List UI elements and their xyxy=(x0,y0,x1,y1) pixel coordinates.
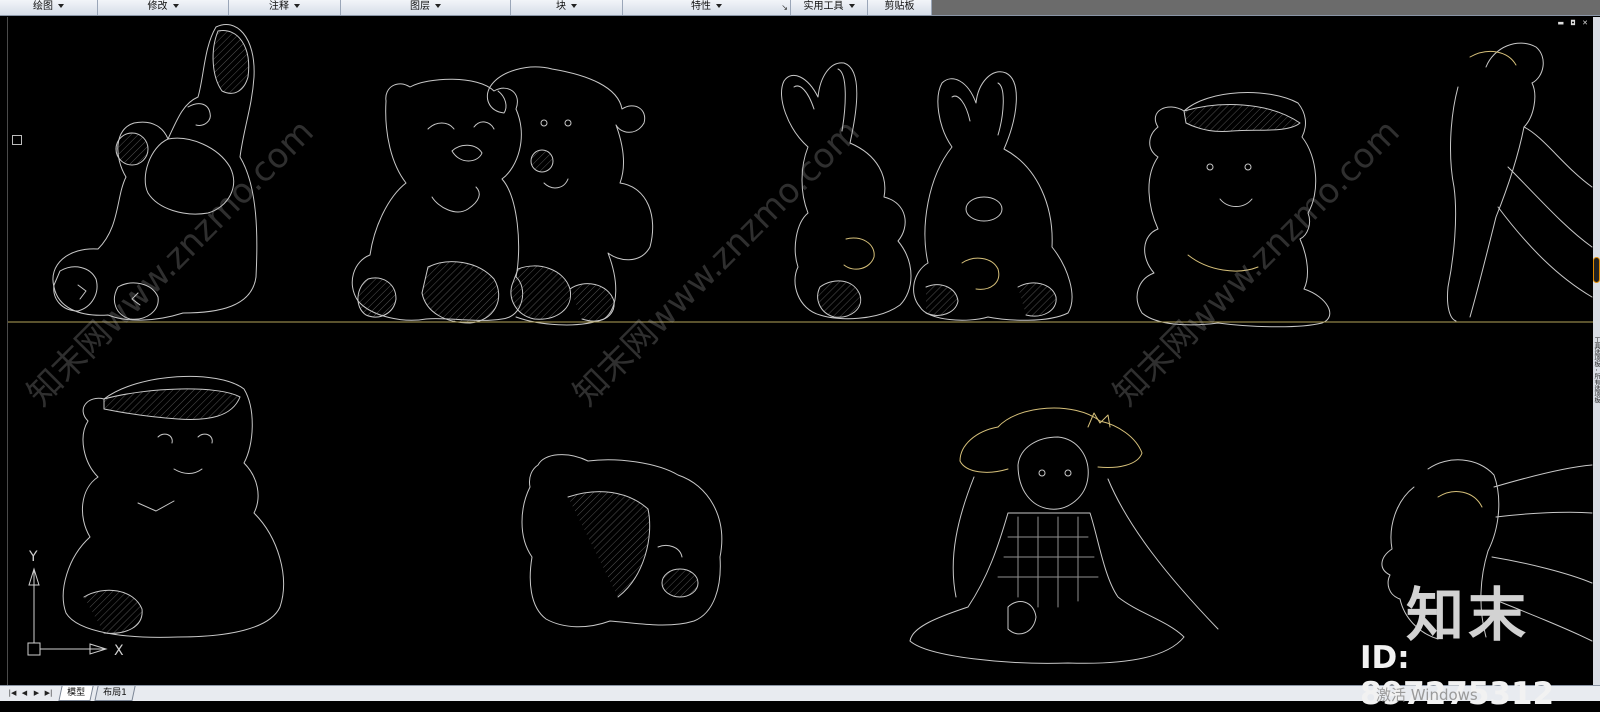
panel-block[interactable]: 块 xyxy=(511,0,623,15)
panel-label: 实用工具 xyxy=(803,1,844,12)
ribbon-panel-bar: 绘图 修改 注释 图层 块 特性 ↘ 实用工具 剪贴板 xyxy=(0,0,1600,16)
cad-drawing xyxy=(8,24,1594,664)
chevron-down-icon xyxy=(571,4,577,8)
panel-clipboard[interactable]: 剪贴板 xyxy=(868,0,932,15)
panel-launcher-icon[interactable]: ↘ xyxy=(781,1,788,15)
woman-with-fan-figure xyxy=(1447,42,1593,322)
tab-label: 布局1 xyxy=(103,688,127,698)
chevron-down-icon xyxy=(172,4,179,8)
tab-model[interactable]: 模型 xyxy=(58,686,94,701)
tool-palette-edge[interactable]: 工具选项板 - 所有选项板 xyxy=(1593,17,1600,685)
panel-draw[interactable]: 绘图 xyxy=(0,0,98,15)
panel-modify[interactable]: 修改 xyxy=(98,0,229,15)
panel-layers[interactable]: 图层 xyxy=(341,0,511,15)
chevron-down-icon xyxy=(58,4,64,8)
panel-label: 块 xyxy=(556,1,566,12)
tab-nav-first-button[interactable]: |◀ xyxy=(8,688,17,698)
panel-utilities[interactable]: 实用工具 xyxy=(791,0,868,15)
ribbon-empty-area xyxy=(932,0,1600,15)
ucs-x-label: X xyxy=(114,643,124,659)
panel-label: 图层 xyxy=(410,1,430,12)
model-space-viewport[interactable]: ▬ ◘ ✕ Y X xyxy=(7,17,1595,685)
doll-with-hat-figure xyxy=(909,407,1219,664)
lying-dog-figure xyxy=(521,454,723,628)
panel-annotate[interactable]: 注释 xyxy=(229,0,341,15)
chevron-down-icon xyxy=(848,4,855,8)
tab-nav-prev-button[interactable]: ◀ xyxy=(20,688,29,698)
chevron-down-icon xyxy=(294,4,300,8)
tab-layout1[interactable]: 布局1 xyxy=(94,686,136,701)
palette-title: 工具选项板 - 所有选项板 xyxy=(1593,337,1600,403)
viewport-window-controls[interactable]: ▬ ◘ ✕ xyxy=(1558,19,1590,27)
panel-label: 修改 xyxy=(147,1,168,12)
panel-label: 特性 xyxy=(691,1,711,12)
tab-label: 模型 xyxy=(67,688,86,698)
panel-label: 注释 xyxy=(269,1,289,12)
teddy-and-puppy-figure xyxy=(351,66,654,326)
tab-nav-next-button[interactable]: ▶ xyxy=(32,688,41,698)
panel-label: 绘图 xyxy=(33,1,53,12)
panel-label: 剪贴板 xyxy=(884,1,915,12)
windows-activation-notice: 激活 Windows xyxy=(1376,686,1478,704)
palette-handle-icon[interactable] xyxy=(1593,257,1600,283)
tab-nav-last-button[interactable]: ▶| xyxy=(44,688,53,698)
chevron-down-icon xyxy=(435,4,441,8)
chevron-down-icon xyxy=(716,4,722,8)
panel-properties[interactable]: 特性 ↘ xyxy=(623,0,791,15)
bunny-pair-figure xyxy=(780,62,1073,321)
ucs-y-label: Y xyxy=(28,549,38,565)
pickbox-cursor-icon xyxy=(12,135,22,145)
ucs-icon: Y X xyxy=(27,549,124,659)
